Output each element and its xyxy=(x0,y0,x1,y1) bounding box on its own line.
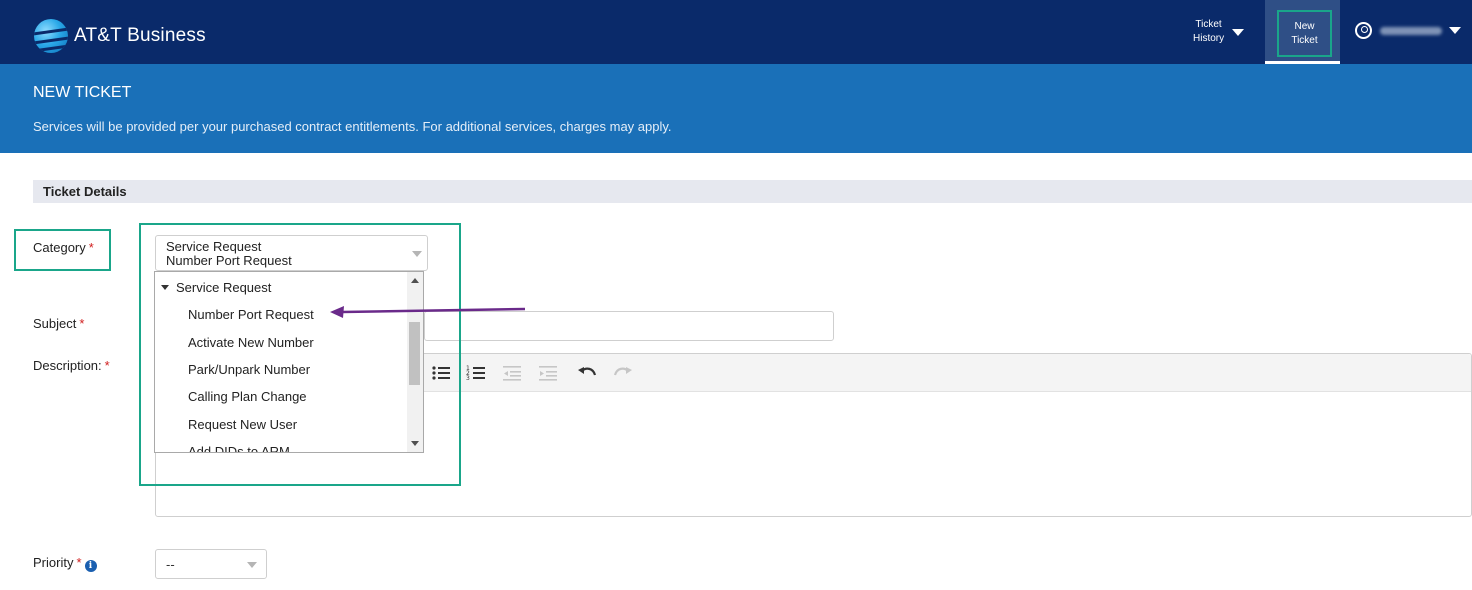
user-circle-icon xyxy=(1355,22,1372,39)
section-ticket-details: Ticket Details xyxy=(33,180,1472,203)
priority-label: Priority * i xyxy=(33,555,97,572)
dropdown-highlight xyxy=(139,223,461,486)
user-name-redacted xyxy=(1380,26,1442,35)
new-ticket-highlight: New Ticket xyxy=(1277,10,1332,57)
outdent-icon[interactable] xyxy=(501,362,523,384)
chevron-down-icon xyxy=(247,562,257,568)
new-ticket-line2: Ticket xyxy=(1291,34,1318,46)
undo-icon[interactable] xyxy=(576,362,598,384)
ticket-history-line1: Ticket xyxy=(1195,19,1222,30)
subject-label: Subject * xyxy=(33,316,84,331)
required-mark: * xyxy=(76,555,82,570)
top-nav: AT&T Business Ticket History New Ticket xyxy=(0,0,1472,64)
priority-value: -- xyxy=(166,557,175,572)
page-title: NEW TICKET xyxy=(33,84,132,101)
redo-icon[interactable] xyxy=(612,362,634,384)
brand-name: AT&T Business xyxy=(74,25,206,46)
new-ticket-line1: New xyxy=(1294,20,1315,32)
nav-ticket-history[interactable]: Ticket History xyxy=(1193,18,1245,46)
required-mark: * xyxy=(88,240,94,255)
svg-text:3: 3 xyxy=(466,375,470,382)
category-label-text: Category xyxy=(33,240,86,255)
required-mark: * xyxy=(79,316,85,331)
required-mark: * xyxy=(104,358,110,373)
brand-logo[interactable]: AT&T Business xyxy=(34,19,206,53)
nav-new-ticket[interactable]: New Ticket xyxy=(1265,0,1340,64)
globe-logo-icon xyxy=(34,19,68,53)
caret-down-icon xyxy=(1449,27,1461,34)
page-subtitle: Services will be provided per your purch… xyxy=(33,119,672,134)
subject-label-text: Subject xyxy=(33,316,77,331)
description-label: Description: * xyxy=(33,358,110,373)
priority-select[interactable]: -- xyxy=(155,549,267,579)
user-menu[interactable] xyxy=(1355,22,1461,39)
indent-icon[interactable] xyxy=(537,362,559,384)
annotation-arrow-icon xyxy=(330,306,526,318)
description-label-text: Description: xyxy=(33,358,102,373)
ticket-history-line2: History xyxy=(1193,33,1225,44)
caret-down-icon xyxy=(1232,28,1245,36)
info-icon[interactable]: i xyxy=(84,560,97,572)
category-label: Category * xyxy=(33,240,94,255)
numbered-list-icon[interactable]: 1 2 3 xyxy=(465,362,487,384)
priority-label-text: Priority xyxy=(33,555,74,570)
page-banner: NEW TICKET Services will be provided per… xyxy=(0,64,1472,153)
